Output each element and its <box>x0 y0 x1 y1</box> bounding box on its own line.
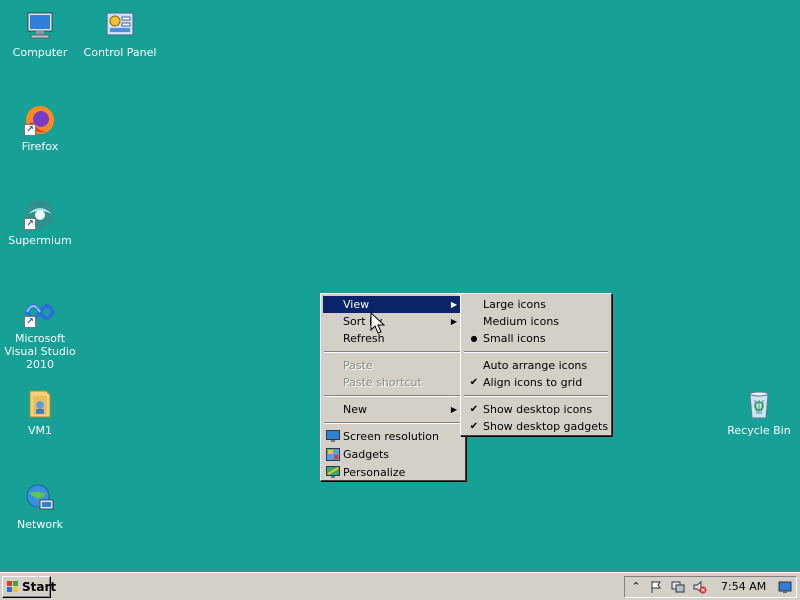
desktop-icon-label: Supermium <box>8 234 72 247</box>
menu-item-show-desktop-gadgets[interactable]: ✔ Show desktop gadgets <box>463 418 609 435</box>
menu-item-new[interactable]: New ▶ <box>323 401 463 418</box>
mouse-cursor-icon <box>370 311 386 336</box>
submenu-arrow-icon: ▶ <box>450 317 457 326</box>
checkmark-icon: ✔ <box>469 404 479 415</box>
menu-item-label: Paste shortcut <box>343 376 422 389</box>
desktop-icon-firefox[interactable]: ↗ Firefox <box>0 104 80 153</box>
desktop-icon-label: Computer <box>12 46 68 59</box>
radio-bullet-icon: ● <box>470 334 478 343</box>
menu-item-auto-arrange[interactable]: Auto arrange icons <box>463 357 609 374</box>
firefox-icon: ↗ <box>24 104 56 136</box>
menu-separator <box>464 351 608 353</box>
menu-item-large-icons[interactable]: Large icons <box>463 296 609 313</box>
desktop-icon-label: Control Panel <box>83 46 157 59</box>
desktop-icon-recycle-bin[interactable]: Recycle Bin <box>719 388 799 437</box>
menu-item-label: View <box>343 298 370 311</box>
desktop-icon-visual-studio[interactable]: ↗ Microsoft Visual Studio 2010 <box>0 296 80 371</box>
taskbar-clock[interactable]: 7:54 AM <box>721 580 766 594</box>
menu-item-label: Align icons to grid <box>483 376 583 389</box>
menu-item-label: Large icons <box>483 298 546 311</box>
checkmark-icon: ✔ <box>469 377 479 388</box>
desktop-icon-label: Network <box>17 518 63 531</box>
recycle-bin-icon <box>743 388 775 420</box>
menu-item-paste: Paste <box>323 357 463 374</box>
gadgets-icon <box>326 448 340 461</box>
desktop-context-menu: View ▶ Sort by ▶ Refresh Paste Paste sho… <box>320 293 466 481</box>
menu-item-label: Show desktop icons <box>483 403 593 416</box>
show-desktop-icon[interactable] <box>778 580 792 594</box>
screen-resolution-icon <box>326 430 340 443</box>
desktop-icon-control-panel[interactable]: Control Panel <box>80 10 160 59</box>
shortcut-arrow-icon: ↗ <box>24 218 36 230</box>
menu-item-label: Show desktop gadgets <box>483 420 609 433</box>
desktop-icon-label: VM1 <box>27 424 52 437</box>
menu-item-medium-icons[interactable]: Medium icons <box>463 313 609 330</box>
menu-item-show-desktop-icons[interactable]: ✔ Show desktop icons <box>463 401 609 418</box>
menu-item-label: Auto arrange icons <box>483 359 588 372</box>
flag-icon[interactable] <box>649 580 663 594</box>
shortcut-arrow-icon: ↗ <box>24 124 36 136</box>
desktop-icon-network[interactable]: Network <box>0 482 80 531</box>
desktop-icon-label: Microsoft Visual Studio 2010 <box>4 332 76 371</box>
network-globe-icon <box>24 482 56 514</box>
submenu-arrow-icon: ▶ <box>450 300 457 309</box>
menu-separator <box>324 351 462 353</box>
menu-item-view[interactable]: View ▶ <box>323 296 463 313</box>
checkmark-icon: ✔ <box>469 421 479 432</box>
show-hidden-icons-chevron-icon[interactable]: ⌃ <box>629 580 643 594</box>
folder-icon <box>24 388 56 420</box>
submenu-arrow-icon: ▶ <box>450 405 457 414</box>
start-label: Start <box>22 580 57 594</box>
desktop-icon-supermium[interactable]: ↗ Supermium <box>0 198 80 247</box>
windows-logo-icon <box>6 580 20 594</box>
desktop-icon-computer[interactable]: Computer <box>0 10 80 59</box>
menu-item-gadgets[interactable]: Gadgets <box>323 446 463 464</box>
menu-item-label: Screen resolution <box>343 430 439 443</box>
network-tray-icon[interactable] <box>671 580 685 594</box>
menu-item-label: Personalize <box>343 466 406 479</box>
menu-item-small-icons[interactable]: ● Small icons <box>463 330 609 347</box>
menu-item-align-to-grid[interactable]: ✔ Align icons to grid <box>463 374 609 391</box>
menu-item-sort-by[interactable]: Sort by ▶ <box>323 313 463 330</box>
menu-item-label: Gadgets <box>343 448 390 461</box>
menu-item-label: Small icons <box>483 332 546 345</box>
shortcut-arrow-icon: ↗ <box>24 316 36 328</box>
menu-item-label: Medium icons <box>483 315 560 328</box>
menu-separator <box>324 422 462 424</box>
visual-studio-icon: ↗ <box>24 296 56 328</box>
menu-item-screen-resolution[interactable]: Screen resolution <box>323 428 463 446</box>
desktop-icon-vm1[interactable]: VM1 <box>0 388 80 437</box>
desktop-icon-label: Recycle Bin <box>727 424 791 437</box>
personalize-icon <box>326 466 340 479</box>
menu-separator <box>324 395 462 397</box>
supermium-icon: ↗ <box>24 198 56 230</box>
menu-item-personalize[interactable]: Personalize <box>323 464 463 482</box>
taskbar: Start ⌃ 7:54 AM <box>0 572 800 600</box>
start-button[interactable]: Start <box>2 576 56 598</box>
menu-item-label: Paste <box>343 359 373 372</box>
system-tray: ⌃ 7:54 AM <box>624 576 797 598</box>
computer-icon <box>24 10 56 42</box>
menu-separator <box>464 395 608 397</box>
control-panel-icon <box>104 10 136 42</box>
menu-item-paste-shortcut: Paste shortcut <box>323 374 463 391</box>
menu-item-label: New <box>343 403 367 416</box>
menu-item-refresh[interactable]: Refresh <box>323 330 463 347</box>
desktop-icon-label: Firefox <box>21 140 59 153</box>
volume-muted-icon[interactable] <box>693 580 707 594</box>
view-submenu: Large icons Medium icons ● Small icons A… <box>460 293 612 436</box>
